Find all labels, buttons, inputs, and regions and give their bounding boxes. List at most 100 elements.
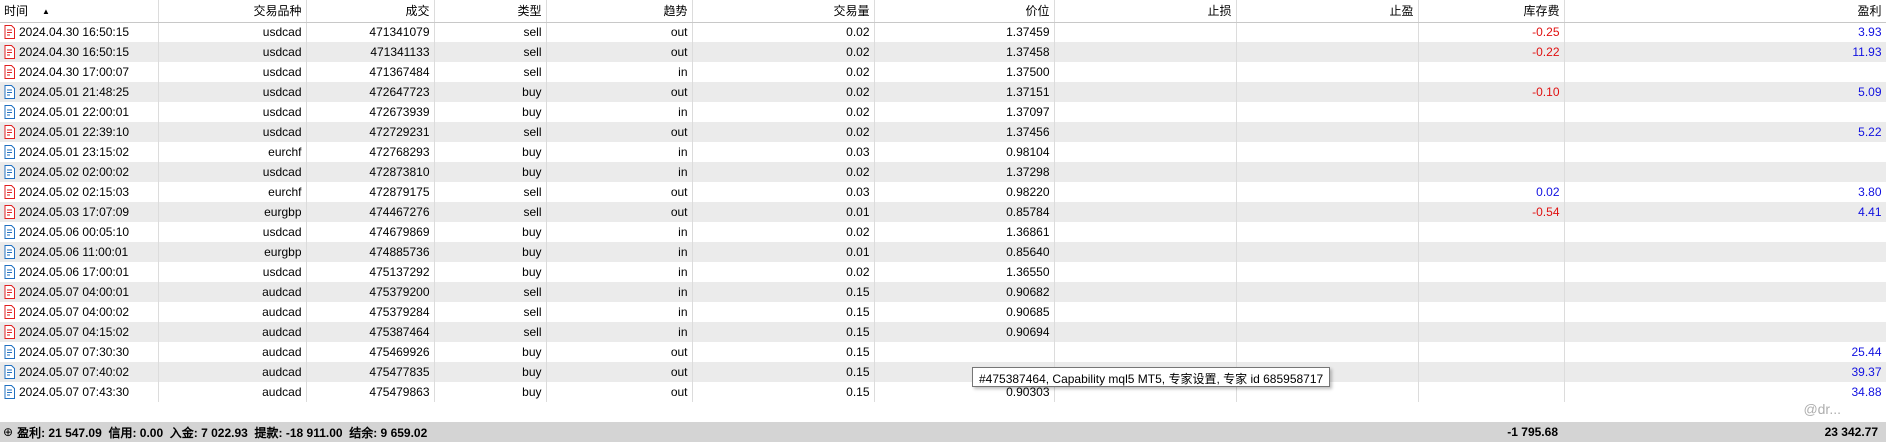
table-row[interactable]: 2024.05.01 22:00:01 usdcad 472673939 buy in 0… [0, 102, 1886, 122]
cell-swap: -0.22 [1418, 42, 1565, 62]
cell-type: sell [434, 282, 547, 302]
cell-sl [1054, 222, 1237, 242]
cell-volume: 0.15 [692, 382, 875, 402]
table-row[interactable]: 2024.04.30 16:50:15 usdcad 471341133 sell ou… [0, 42, 1886, 62]
cell-price: 1.37298 [874, 162, 1055, 182]
cell-symbol: usdcad [158, 22, 307, 42]
cell-symbol: usdcad [158, 222, 307, 242]
deal-time: 2024.05.02 02:15:03 [19, 185, 130, 199]
column-header-volume[interactable]: 交易量 [692, 0, 875, 23]
column-header-tp[interactable]: 止盈 [1236, 0, 1419, 23]
cell-direction: out [546, 122, 693, 142]
sort-ascending-icon: ▲ [42, 7, 50, 17]
cell-sl [1054, 322, 1237, 342]
cell-tp [1236, 62, 1419, 82]
deal-time: 2024.05.01 23:15:02 [19, 145, 130, 159]
cell-type: buy [434, 362, 547, 382]
cell-sl [1054, 142, 1237, 162]
table-row[interactable]: 2024.05.06 11:00:01 eurgbp 474885736 buy in 0… [0, 242, 1886, 262]
buy-deal-icon [4, 345, 15, 359]
cell-type: buy [434, 342, 547, 362]
table-row[interactable]: 2024.05.07 07:40:02 audcad 475477835 buy out… [0, 362, 1886, 382]
cell-volume: 0.03 [692, 142, 875, 162]
cell-deal: 471341133 [306, 42, 435, 62]
column-header-deal[interactable]: 成交 [306, 0, 435, 23]
table-row[interactable]: 2024.05.01 23:15:02 eurchf 472768293 buy in 0… [0, 142, 1886, 162]
plus-circle-icon[interactable]: ⊕ [3, 425, 13, 439]
cell-type: sell [434, 202, 547, 222]
cell-deal: 471341079 [306, 22, 435, 42]
cell-price: 1.37458 [874, 42, 1055, 62]
column-header-profit[interactable]: 盈利 [1564, 0, 1886, 23]
swap-total: -1 795.68 [1507, 425, 1558, 439]
cell-sl [1054, 62, 1237, 82]
cell-deal: 475137292 [306, 262, 435, 282]
cell-profit [1564, 162, 1886, 182]
table-row[interactable]: 2024.05.01 21:48:25 usdcad 472647723 buy out… [0, 82, 1886, 102]
table-row[interactable]: 2024.05.01 22:39:10 usdcad 472729231 sell ou… [0, 122, 1886, 142]
cell-tp [1236, 82, 1419, 102]
table-row[interactable]: 2024.05.02 02:15:03 eurchf 472879175 sell ou… [0, 182, 1886, 202]
cell-volume: 0.02 [692, 82, 875, 102]
deal-time: 2024.04.30 16:50:15 [19, 45, 130, 59]
cell-volume: 0.02 [692, 162, 875, 182]
cell-direction: out [546, 362, 693, 382]
cell-swap: -0.54 [1418, 202, 1565, 222]
cell-volume: 0.02 [692, 62, 875, 82]
table-row[interactable]: 2024.05.07 04:00:01 audcad 475379200 sell in… [0, 282, 1886, 302]
cell-direction: out [546, 382, 693, 402]
cell-profit: 3.93 [1564, 22, 1886, 42]
cell-direction: in [546, 262, 693, 282]
column-header-time[interactable]: 时间 ▲ [0, 0, 159, 23]
column-header-symbol[interactable]: 交易品种 [158, 0, 307, 23]
column-header-swap[interactable]: 库存费 [1418, 0, 1565, 23]
cell-deal: 474467276 [306, 202, 435, 222]
cell-symbol: usdcad [158, 262, 307, 282]
table-row[interactable]: 2024.05.07 07:43:30 audcad 475479863 buy out… [0, 382, 1886, 402]
deal-time: 2024.05.07 04:15:02 [19, 325, 130, 339]
cell-sl [1054, 42, 1237, 62]
cell-volume: 0.15 [692, 342, 875, 362]
cell-sl [1054, 202, 1237, 222]
deals-table: 时间 ▲ 交易品种 成交 类型 趋势 交易量 价位 止损 止盈 库存费 盈利 20… [0, 0, 1886, 402]
cell-type: sell [434, 42, 547, 62]
table-row[interactable]: 2024.05.06 00:05:10 usdcad 474679869 buy in 0… [0, 222, 1886, 242]
cell-type: sell [434, 22, 547, 42]
cell-symbol: usdcad [158, 62, 307, 82]
deal-time: 2024.05.07 04:00:02 [19, 305, 130, 319]
cell-deal: 475479863 [306, 382, 435, 402]
cell-symbol: eurgbp [158, 202, 307, 222]
table-row[interactable]: 2024.05.02 02:00:02 usdcad 472873810 buy in 0… [0, 162, 1886, 182]
table-row[interactable]: 2024.05.07 07:30:30 audcad 475469926 buy out… [0, 342, 1886, 362]
cell-profit: 5.22 [1564, 122, 1886, 142]
buy-deal-icon [4, 245, 15, 259]
cell-time: 2024.05.02 02:15:03 [0, 182, 159, 202]
cell-time: 2024.05.02 02:00:02 [0, 162, 159, 182]
cell-volume: 0.02 [692, 22, 875, 42]
table-row[interactable]: 2024.05.07 04:15:02 audcad 475387464 sell in… [0, 322, 1886, 342]
cell-tp [1236, 162, 1419, 182]
column-header-type[interactable]: 类型 [434, 0, 547, 23]
cell-swap: 0.02 [1418, 182, 1565, 202]
cell-price: 1.37097 [874, 102, 1055, 122]
cell-time: 2024.05.01 21:48:25 [0, 82, 159, 102]
table-row[interactable]: 2024.05.06 17:00:01 usdcad 475137292 buy in 0… [0, 262, 1886, 282]
cell-profit: 3.80 [1564, 182, 1886, 202]
cell-type: buy [434, 222, 547, 242]
column-header-direction[interactable]: 趋势 [546, 0, 693, 23]
cell-deal: 474885736 [306, 242, 435, 262]
deal-time: 2024.05.07 07:40:02 [19, 365, 130, 379]
table-row[interactable]: 2024.05.07 04:00:02 audcad 475379284 sell in… [0, 302, 1886, 322]
deal-time: 2024.05.02 02:00:02 [19, 165, 130, 179]
column-header-price[interactable]: 价位 [874, 0, 1055, 23]
table-row[interactable]: 2024.04.30 17:00:07 usdcad 471367484 sell in… [0, 62, 1886, 82]
table-row[interactable]: 2024.05.03 17:07:09 eurgbp 474467276 sell ou… [0, 202, 1886, 222]
column-header-sl[interactable]: 止损 [1054, 0, 1237, 23]
table-row[interactable]: 2024.04.30 16:50:15 usdcad 471341079 sell ou… [0, 22, 1886, 42]
cell-symbol: usdcad [158, 42, 307, 62]
cell-symbol: audcad [158, 302, 307, 322]
cell-type: sell [434, 322, 547, 342]
cell-sl [1054, 22, 1237, 42]
cell-price [874, 342, 1055, 362]
cell-volume: 0.02 [692, 222, 875, 242]
